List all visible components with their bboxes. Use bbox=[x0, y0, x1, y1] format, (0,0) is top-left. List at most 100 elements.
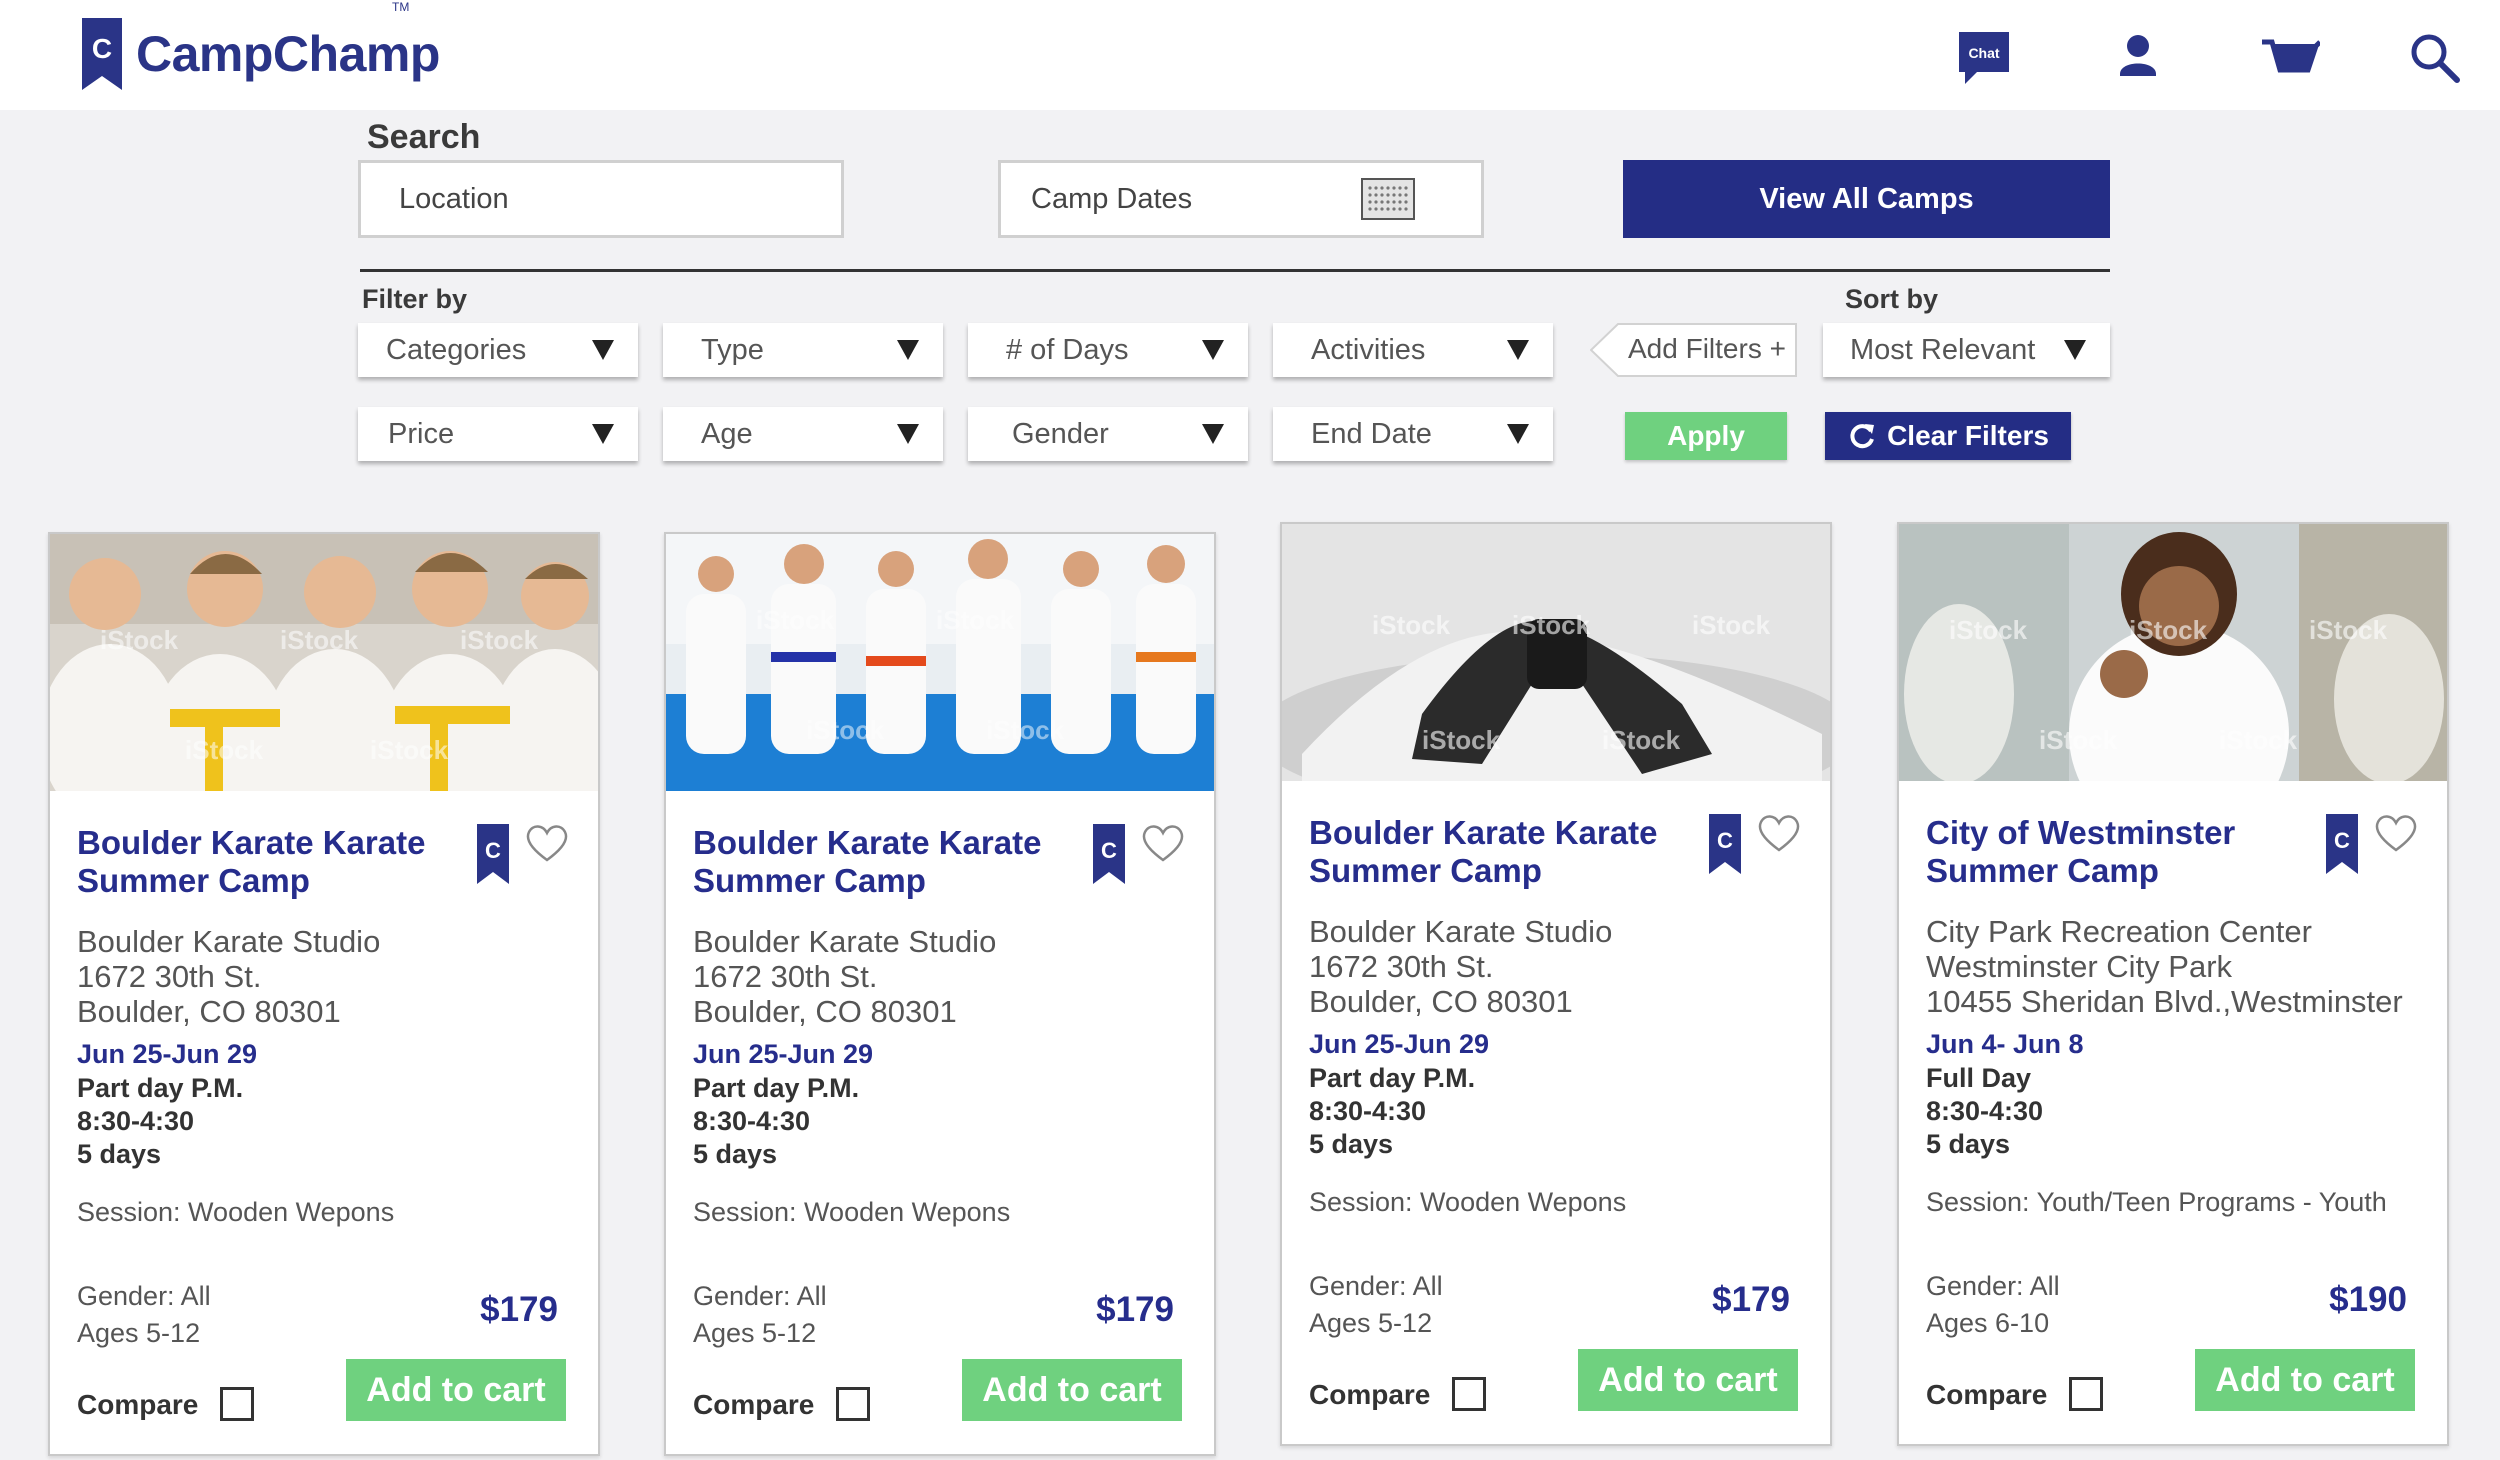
camp-session: Session: Wooden Wepons bbox=[77, 1197, 395, 1227]
compare-checkbox[interactable] bbox=[220, 1387, 254, 1421]
add-filters-button[interactable]: Add Filters + bbox=[1590, 323, 1797, 377]
svg-text:iStock: iStock bbox=[986, 715, 1065, 745]
camp-title[interactable]: Boulder Karate Karate Summer Camp bbox=[693, 824, 1073, 900]
caret-down-icon bbox=[897, 424, 919, 444]
svg-text:iStock: iStock bbox=[460, 625, 539, 655]
camp-dates: Jun 25-Jun 29 bbox=[1309, 1029, 1490, 1059]
sort-dropdown[interactable]: Most Relevant bbox=[1823, 323, 2110, 377]
camp-session: Session: Wooden Wepons bbox=[1309, 1187, 1627, 1217]
compare-checkbox[interactable] bbox=[836, 1387, 870, 1421]
camp-ages: Ages 5-12 bbox=[77, 1318, 201, 1348]
girl-karate-photo: iStock iStock iStock iStock iStock bbox=[1899, 524, 2447, 781]
camp-ages: Ages 6-10 bbox=[1926, 1308, 2050, 1338]
camp-photo: iStock iStock iStock iStock iStock bbox=[1282, 524, 1830, 781]
camp-price: $179 bbox=[480, 1290, 558, 1329]
camp-title[interactable]: Boulder Karate Karate Summer Camp bbox=[1309, 814, 1689, 890]
svg-text:C: C bbox=[2334, 828, 2350, 853]
camp-day-type: Full Day bbox=[1926, 1063, 2032, 1093]
add-to-cart-button[interactable]: Add to cart bbox=[1578, 1349, 1798, 1411]
filter-age-dropdown[interactable]: Age bbox=[663, 407, 943, 461]
chat-icon[interactable]: Chat bbox=[1955, 28, 2015, 88]
heart-icon[interactable] bbox=[2374, 812, 2418, 854]
svg-text:iStock: iStock bbox=[1949, 615, 2028, 645]
svg-text:C: C bbox=[1101, 838, 1117, 863]
caret-down-icon bbox=[1507, 424, 1529, 444]
svg-text:C: C bbox=[1717, 828, 1733, 853]
compare-checkbox[interactable] bbox=[1452, 1377, 1486, 1411]
caret-down-icon bbox=[592, 424, 614, 444]
cart-icon[interactable] bbox=[2260, 28, 2320, 88]
search-label: Search bbox=[367, 118, 481, 156]
compare-checkbox[interactable] bbox=[2069, 1377, 2103, 1411]
camp-ages: Ages 5-12 bbox=[693, 1318, 817, 1348]
camp-photo: iStock iStock iStock iStock iStock bbox=[50, 534, 598, 791]
camp-card: iStock iStock iStock iStock iStock Boulder … bbox=[1280, 522, 1832, 1446]
heart-icon[interactable] bbox=[1757, 812, 1801, 854]
compare-label: Compare bbox=[1309, 1379, 1431, 1410]
filter-gender-dropdown[interactable]: Gender bbox=[968, 407, 1248, 461]
filter-type-dropdown[interactable]: Type bbox=[663, 323, 943, 377]
clear-filters-label: Clear Filters bbox=[1887, 420, 2049, 451]
dropdown-label: Price bbox=[388, 417, 455, 450]
user-account-icon[interactable] bbox=[2108, 28, 2168, 88]
add-to-cart-button[interactable]: Add to cart bbox=[346, 1359, 566, 1421]
location-placeholder: Location bbox=[399, 182, 509, 215]
filter-by-label: Filter by bbox=[362, 284, 468, 314]
filter-days-dropdown[interactable]: # of Days bbox=[968, 323, 1248, 377]
camp-gender: Gender: All bbox=[77, 1281, 211, 1311]
svg-text:iStock: iStock bbox=[936, 605, 1015, 635]
camp-session: Session: Youth/Teen Programs - Youth bbox=[1926, 1187, 2387, 1217]
camp-hours: 8:30-4:30 bbox=[693, 1106, 811, 1136]
karate-class-photo: iStock iStock iStock iStock bbox=[666, 534, 1214, 791]
camp-title[interactable]: City of Westminster Summer Camp bbox=[1926, 814, 2306, 890]
camp-duration: 5 days bbox=[77, 1139, 162, 1169]
clear-filters-button[interactable]: Clear Filters bbox=[1825, 412, 2071, 460]
camp-address: Boulder Karate Studio 1672 30th St. Boul… bbox=[693, 924, 997, 1029]
svg-text:Chat: Chat bbox=[1968, 45, 1999, 61]
bookmark-badge-icon[interactable]: C bbox=[1709, 814, 1741, 874]
heart-icon[interactable] bbox=[525, 822, 569, 864]
svg-text:iStock: iStock bbox=[100, 625, 179, 655]
bookmark-badge-icon[interactable]: C bbox=[2326, 814, 2358, 874]
camp-duration: 5 days bbox=[1926, 1129, 2011, 1159]
svg-text:iStock: iStock bbox=[2039, 725, 2118, 755]
filter-categories-dropdown[interactable]: Categories bbox=[358, 323, 638, 377]
view-all-camps-button[interactable]: View All Camps bbox=[1623, 160, 2110, 238]
camp-day-type: Part day P.M. bbox=[1309, 1063, 1476, 1093]
filter-price-dropdown[interactable]: Price bbox=[358, 407, 638, 461]
add-to-cart-button[interactable]: Add to cart bbox=[962, 1359, 1182, 1421]
filter-end-date-dropdown[interactable]: End Date bbox=[1273, 407, 1553, 461]
svg-text:iStock: iStock bbox=[806, 715, 885, 745]
add-to-cart-button[interactable]: Add to cart bbox=[2195, 1349, 2415, 1411]
sort-by-label: Sort by bbox=[1845, 284, 1939, 314]
camp-hours: 8:30-4:30 bbox=[1926, 1096, 2044, 1126]
search-icon[interactable] bbox=[2405, 28, 2465, 88]
svg-text:iStock: iStock bbox=[1422, 725, 1501, 755]
location-input[interactable]: Location bbox=[358, 160, 844, 238]
camp-address: City Park Recreation Center Westminster … bbox=[1926, 914, 2403, 1019]
apply-filters-button[interactable]: Apply bbox=[1625, 412, 1787, 460]
bookmark-badge-icon[interactable]: C bbox=[1093, 824, 1125, 884]
add-filters-label: Add Filters + bbox=[1628, 333, 1786, 364]
camp-title[interactable]: Boulder Karate Karate Summer Camp bbox=[77, 824, 457, 900]
caret-down-icon bbox=[2064, 340, 2086, 360]
brand-logo[interactable]: C CampChamp bbox=[82, 18, 440, 90]
dropdown-label: Categories bbox=[386, 333, 527, 366]
svg-text:iStock: iStock bbox=[756, 605, 835, 635]
camp-ages: Ages 5-12 bbox=[1309, 1308, 1433, 1338]
bookmark-badge-icon[interactable]: C bbox=[477, 824, 509, 884]
sort-value: Most Relevant bbox=[1850, 333, 2036, 366]
camp-address: Boulder Karate Studio 1672 30th St. Boul… bbox=[77, 924, 381, 1029]
dropdown-label: Gender bbox=[1012, 417, 1109, 450]
caret-down-icon bbox=[897, 340, 919, 360]
camp-session: Session: Wooden Wepons bbox=[693, 1197, 1011, 1227]
filter-activities-dropdown[interactable]: Activities bbox=[1273, 323, 1553, 377]
dropdown-label: Type bbox=[701, 333, 764, 366]
camp-dates-input[interactable]: Camp Dates bbox=[998, 160, 1484, 238]
camp-address: Boulder Karate Studio 1672 30th St. Boul… bbox=[1309, 914, 1613, 1019]
camp-card: iStock iStock iStock iStock iStock Boulder … bbox=[48, 532, 600, 1456]
camp-photo: iStock iStock iStock iStock iStock bbox=[1899, 524, 2447, 781]
calendar-icon[interactable] bbox=[1361, 178, 1415, 220]
camp-hours: 8:30-4:30 bbox=[77, 1106, 195, 1136]
heart-icon[interactable] bbox=[1141, 822, 1185, 864]
